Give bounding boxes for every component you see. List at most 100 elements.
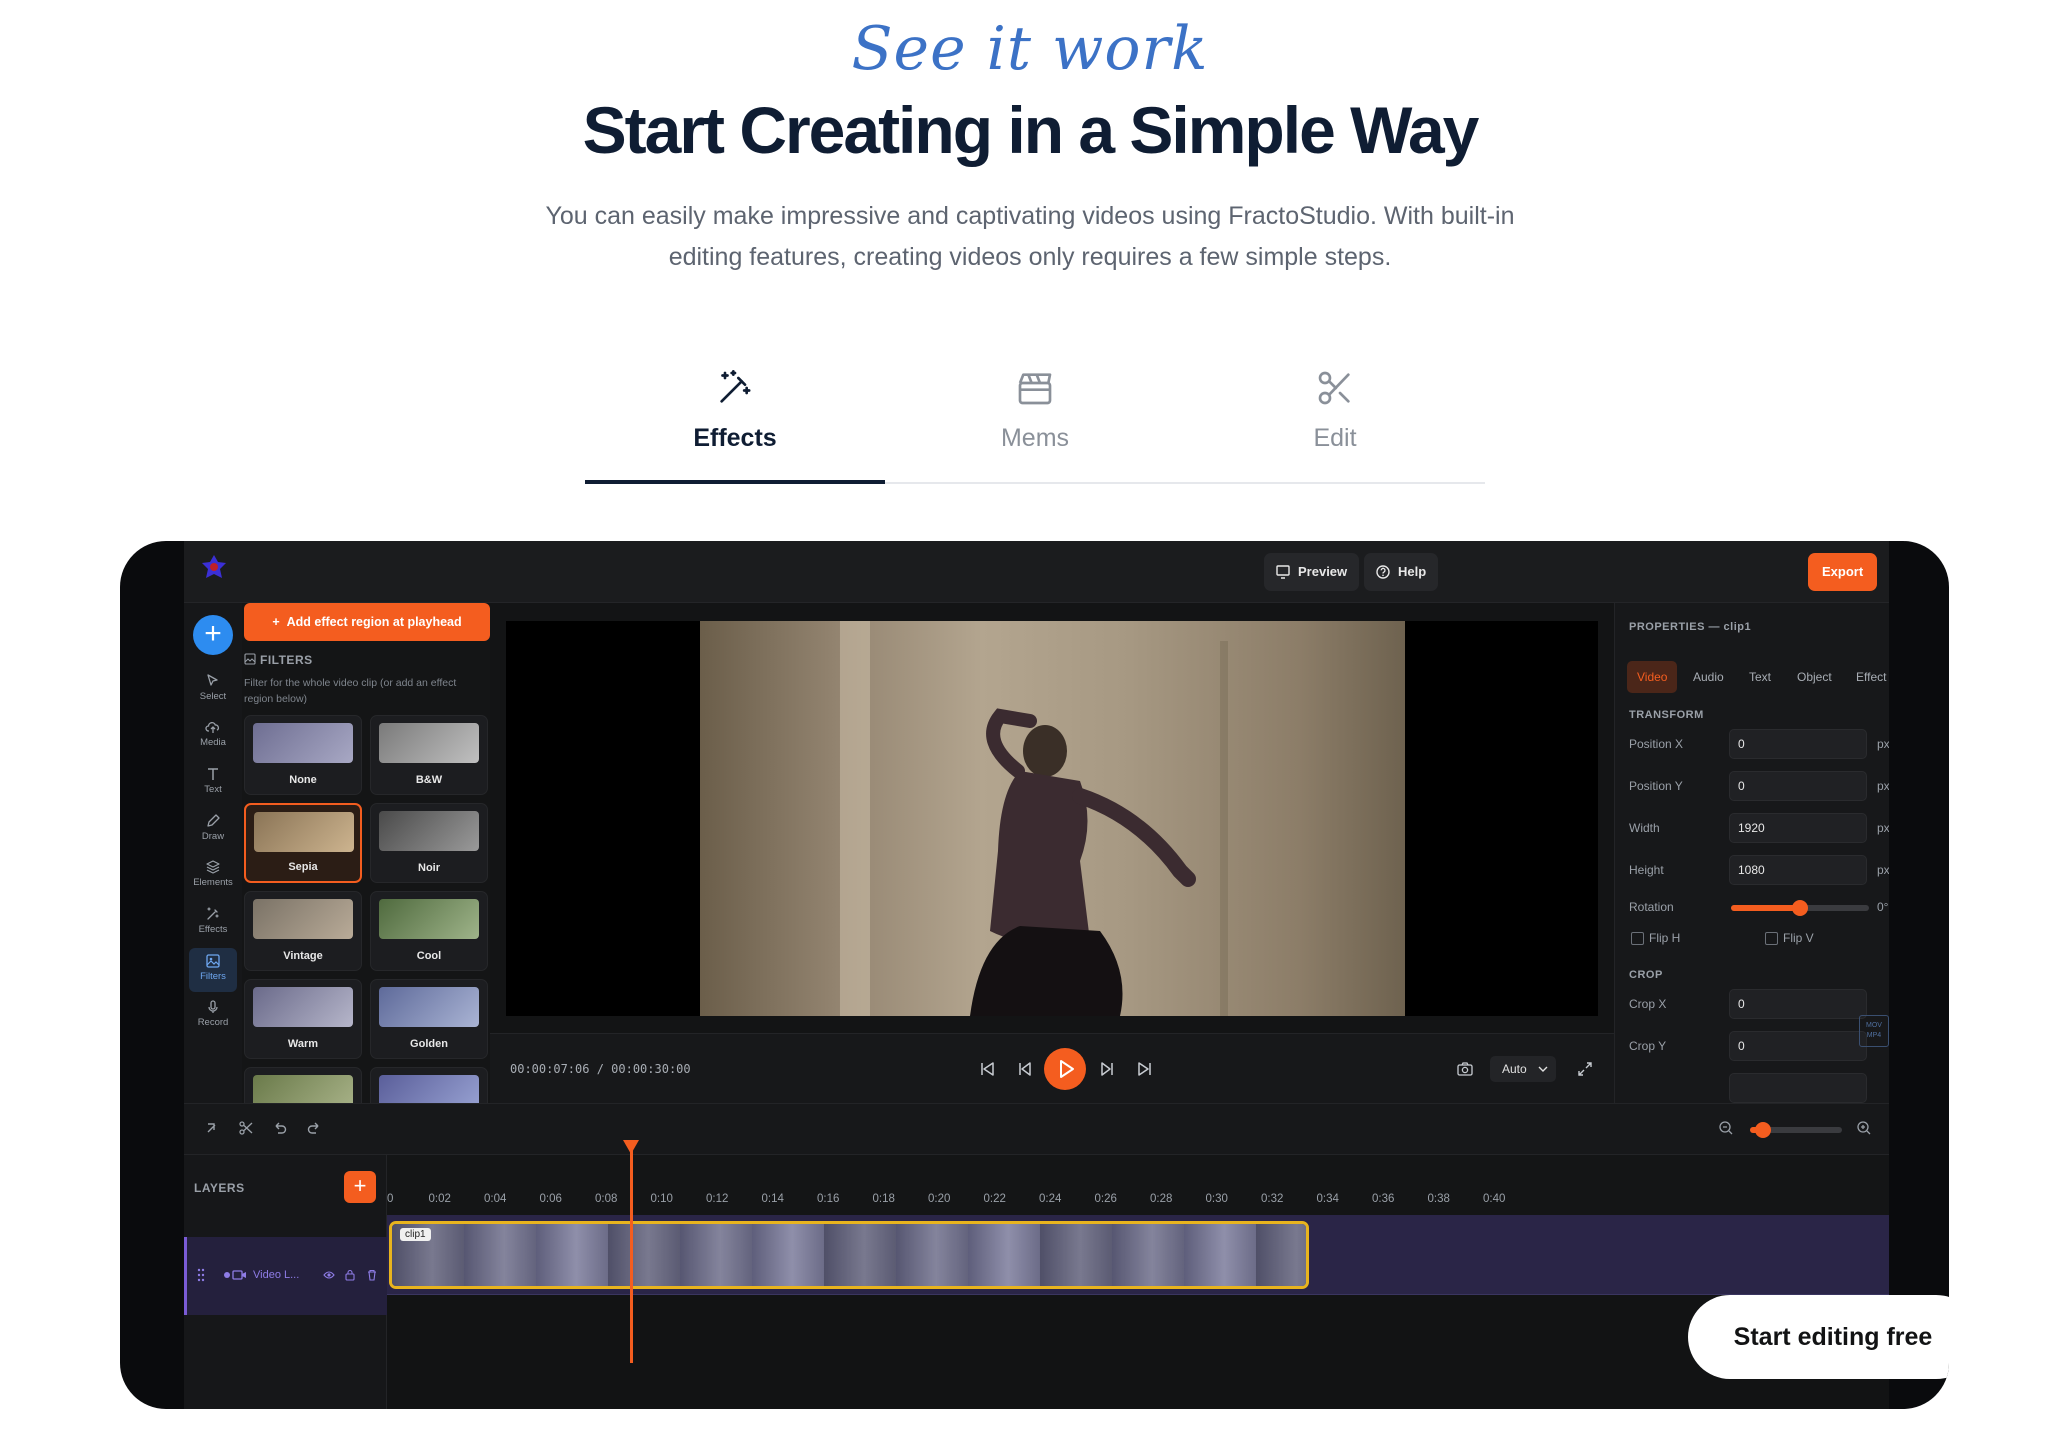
export-button[interactable]: Export <box>1808 553 1878 591</box>
rotation-slider-thumb[interactable] <box>1792 900 1808 916</box>
rail-item-text[interactable]: Text <box>184 766 242 795</box>
clip-frame-thumbnail <box>1256 1224 1306 1286</box>
rail-item-filters[interactable]: Filters <box>189 948 237 992</box>
camera-icon[interactable] <box>1456 1060 1474 1078</box>
ruler-tick-label: 0:32 <box>1261 1193 1284 1205</box>
ruler-tick-label: 0:08 <box>595 1193 618 1205</box>
flip-v-checkbox[interactable]: Flip V <box>1763 931 1814 945</box>
play-icon <box>1060 1060 1074 1078</box>
filter-vintage[interactable]: Vintage <box>244 891 362 971</box>
filter-card-partial[interactable] <box>244 1067 362 1103</box>
clip-frame-thumbnail <box>824 1224 897 1286</box>
tab-effect[interactable]: Effect <box>1856 661 1886 693</box>
redo-icon[interactable] <box>306 1120 322 1136</box>
rotation-label: Rotation <box>1629 900 1674 914</box>
clip-frame-thumbnail <box>1112 1224 1185 1286</box>
editor-app: Preview Help Export + Select Media Text <box>184 541 1949 1409</box>
rail-item-draw[interactable]: Draw <box>184 813 242 842</box>
ruler-tick-label: 0:38 <box>1427 1193 1450 1205</box>
help-button[interactable]: Help <box>1364 553 1439 591</box>
drag-handle-icon[interactable] <box>197 1267 205 1283</box>
rail-label: Select <box>199 691 227 702</box>
video-layer-icon <box>224 1270 246 1280</box>
crop-y-field[interactable]: 0 <box>1729 1031 1867 1061</box>
step-back-icon[interactable] <box>1016 1060 1034 1078</box>
play-button[interactable] <box>1044 1048 1086 1090</box>
rotation-value: 0° <box>1877 900 1889 914</box>
rail-item-media[interactable]: Media <box>184 719 242 748</box>
filter-none[interactable]: None <box>244 715 362 795</box>
transform-heading: TRANSFORM <box>1629 709 1704 721</box>
ruler-tick-label: 0:02 <box>428 1193 451 1205</box>
add-media-button[interactable]: + <box>193 615 233 655</box>
ruler-tick-label: 0:06 <box>539 1193 562 1205</box>
rail-item-elements[interactable]: Elements <box>184 859 242 888</box>
quality-select[interactable]: Auto <box>1490 1056 1556 1082</box>
filter-thumbnail <box>254 812 354 852</box>
tab-text[interactable]: Text <box>1749 661 1771 693</box>
eye-icon[interactable] <box>323 1270 335 1280</box>
filter-thumbnail <box>253 1075 353 1103</box>
position-y-field[interactable]: 0 <box>1729 771 1867 801</box>
filter-label: Warm <box>287 1038 319 1050</box>
layers-icon <box>206 860 220 874</box>
filter-card-partial[interactable] <box>370 1067 488 1103</box>
zoom-slider[interactable] <box>1750 1122 1842 1138</box>
preview-label: Preview <box>1298 564 1348 579</box>
pointer-icon[interactable] <box>204 1120 220 1136</box>
filter-warm[interactable]: Warm <box>244 979 362 1059</box>
filter-noir[interactable]: Noir <box>370 803 488 883</box>
trash-icon[interactable] <box>367 1269 377 1281</box>
crop-w-field[interactable] <box>1729 1073 1867 1103</box>
rotation-slider[interactable] <box>1731 900 1869 916</box>
skip-to-start-icon[interactable] <box>978 1060 996 1078</box>
lock-icon[interactable] <box>345 1269 355 1281</box>
video-frame[interactable] <box>700 621 1405 1016</box>
timeline-ruler[interactable]: 0 0:02 0:04 0:06 0:08 0:10 0:12 0:14 0:16 0:18 0:2… <box>387 1155 1889 1215</box>
properties-panel: PROPERTIES — clip1 Video Audio Text Obje… <box>1614 603 1889 1103</box>
tab-object[interactable]: Object <box>1797 661 1832 693</box>
video-clip[interactable]: clip1 <box>389 1221 1309 1289</box>
rail-item-select[interactable]: Select <box>184 673 242 702</box>
filter-golden[interactable]: Golden <box>370 979 488 1059</box>
tab-video[interactable]: Video <box>1627 661 1678 693</box>
tab-edit[interactable]: Edit <box>1185 360 1485 484</box>
tab-audio[interactable]: Audio <box>1693 661 1724 693</box>
undo-icon[interactable] <box>272 1120 288 1136</box>
step-forward-icon[interactable] <box>1098 1060 1116 1078</box>
ruler-tick-label: 0:10 <box>650 1193 673 1205</box>
rail-item-record[interactable]: Record <box>184 999 242 1028</box>
layer-row-video[interactable]: Video L... <box>184 1237 387 1315</box>
ruler-tick-label: 0:18 <box>872 1193 895 1205</box>
preview-button[interactable]: Preview <box>1264 553 1360 591</box>
tab-mems[interactable]: Mems <box>885 360 1185 484</box>
scissors-icon[interactable] <box>238 1120 254 1136</box>
height-field[interactable]: 1080 <box>1729 855 1867 885</box>
add-effect-region-button[interactable]: + Add effect region at playhead <box>244 603 490 641</box>
position-x-field[interactable]: 0 <box>1729 729 1867 759</box>
page-title: Start Creating in a Simple Way <box>582 93 1480 167</box>
clip-frame-thumbnail <box>680 1224 753 1286</box>
add-effect-label: Add effect region at playhead <box>286 615 462 629</box>
crop-x-field[interactable]: 0 <box>1729 989 1867 1019</box>
filter-sepia[interactable]: Sepia <box>244 803 362 883</box>
zoom-out-icon[interactable] <box>1718 1120 1734 1136</box>
filter-thumbnail <box>379 1075 479 1103</box>
zoom-slider-thumb[interactable] <box>1755 1122 1771 1138</box>
playhead[interactable] <box>630 1140 633 1363</box>
editor-preview-frame: Preview Help Export + Select Media Text <box>120 541 1949 1409</box>
flip-v-label: Flip V <box>1783 931 1814 945</box>
filter-cool[interactable]: Cool <box>370 891 488 971</box>
width-field[interactable]: 1920 <box>1729 813 1867 843</box>
tab-effects[interactable]: Effects <box>585 360 885 484</box>
fullscreen-icon[interactable] <box>1576 1060 1594 1078</box>
zoom-in-icon[interactable] <box>1856 1120 1872 1136</box>
rail-item-effects[interactable]: Effects <box>184 906 242 935</box>
flip-h-checkbox[interactable]: Flip H <box>1629 931 1680 945</box>
skip-to-end-icon[interactable] <box>1136 1060 1154 1078</box>
filters-panel: + Add effect region at playhead FILTERS … <box>242 603 490 1103</box>
start-editing-button[interactable]: Start editing free <box>1688 1295 1949 1379</box>
filter-bw[interactable]: B&W <box>370 715 488 795</box>
unit-label: px <box>1877 737 1889 751</box>
add-layer-button[interactable]: + <box>344 1171 376 1203</box>
